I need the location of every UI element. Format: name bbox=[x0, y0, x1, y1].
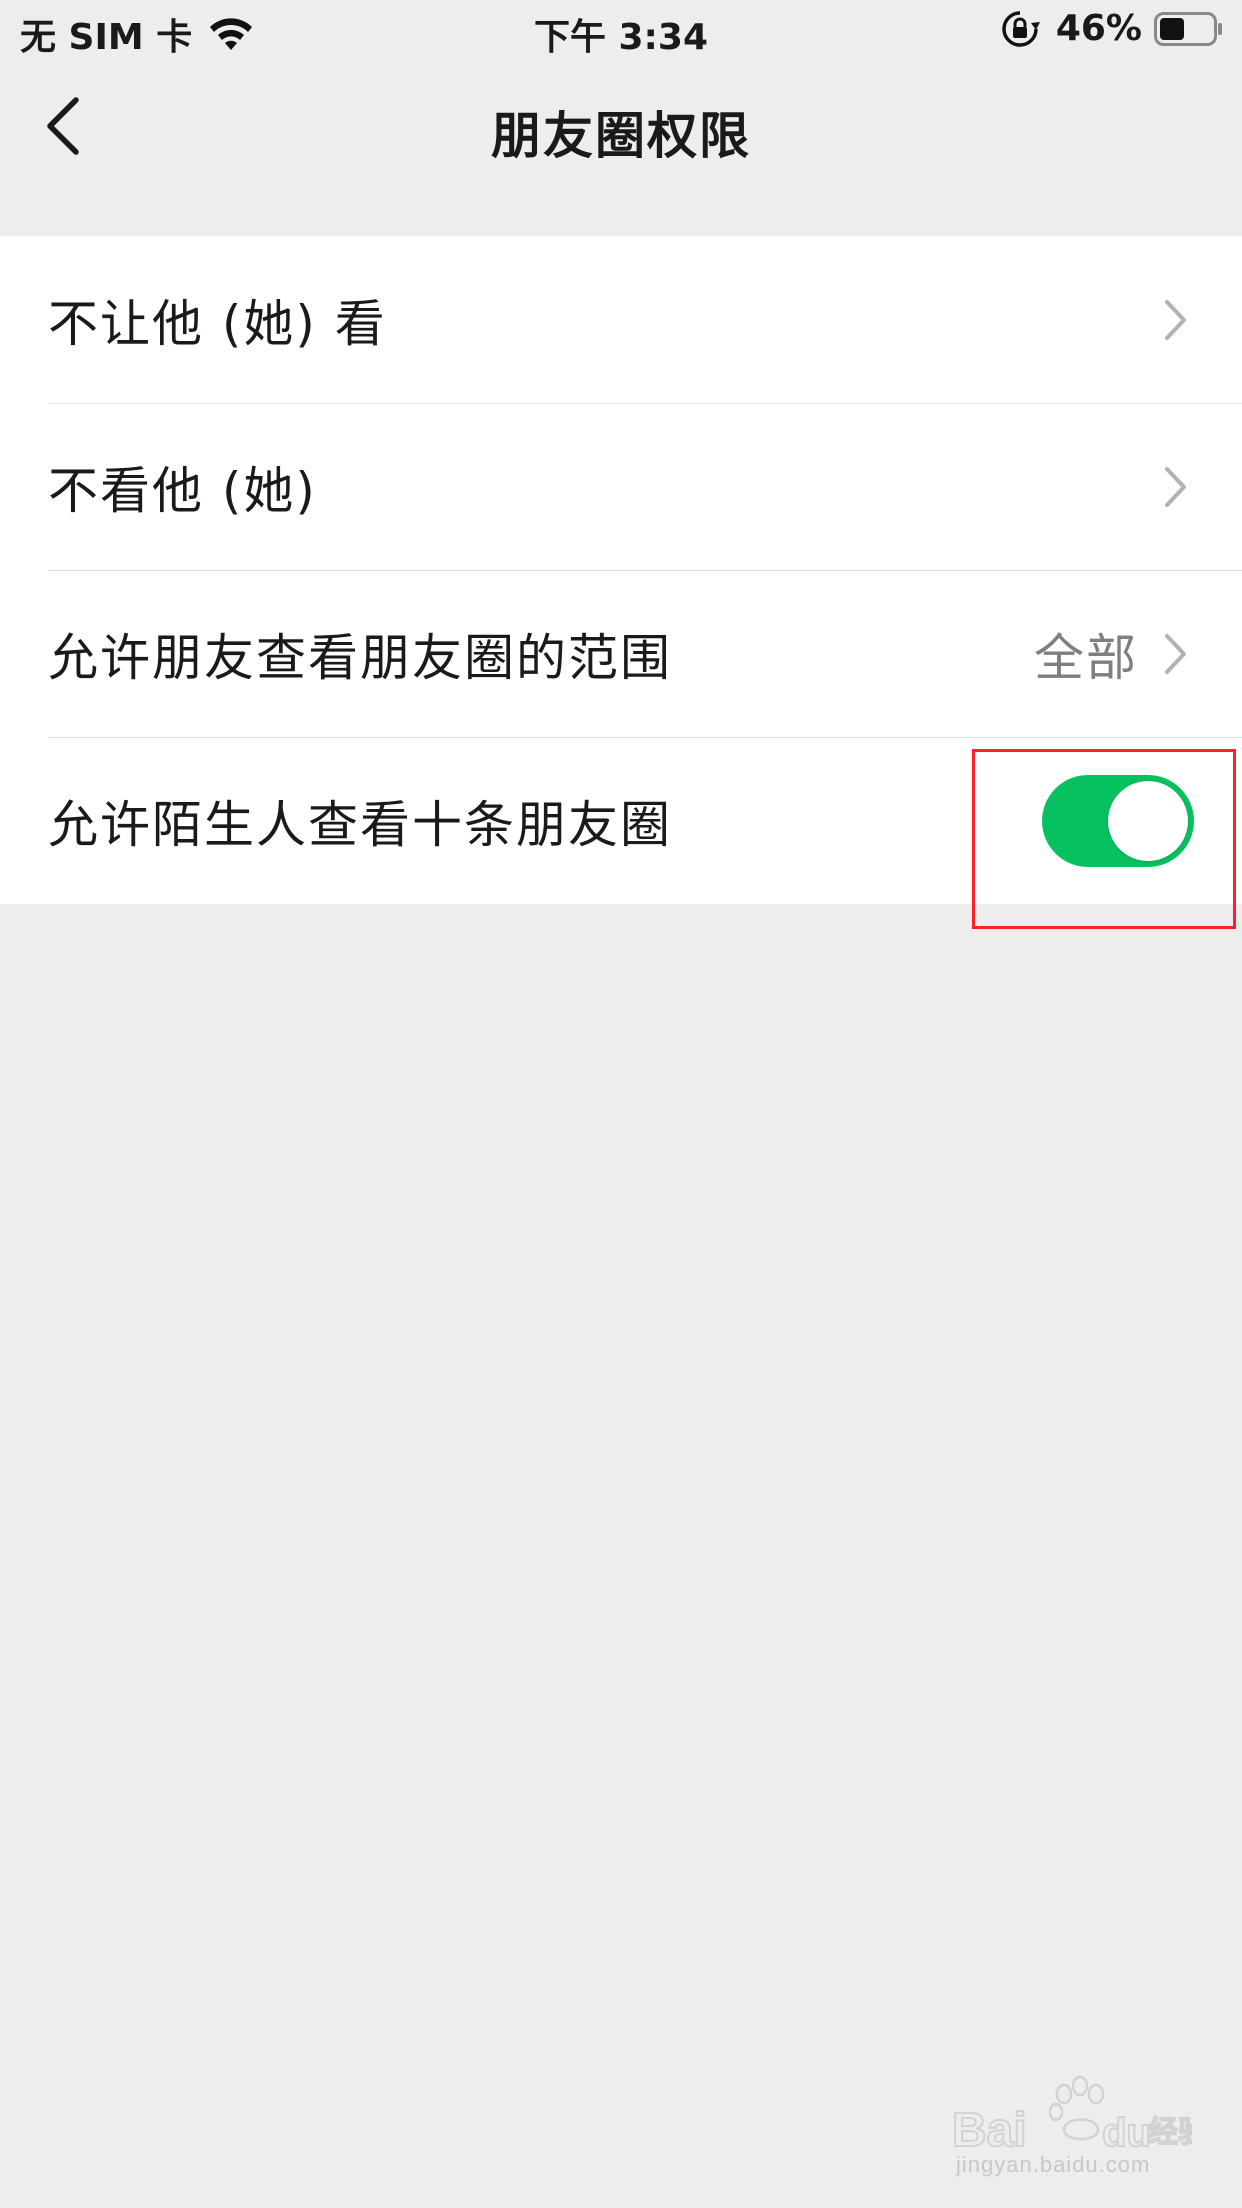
rotation-lock-icon bbox=[1002, 10, 1040, 47]
setting-label: 不看他 (她) bbox=[48, 461, 317, 520]
annotation-highlight-box bbox=[972, 749, 1236, 929]
setting-label: 允许陌生人查看十条朋友圈 bbox=[48, 795, 672, 854]
chevron-right-icon bbox=[1165, 466, 1186, 507]
svg-text:Bai: Bai bbox=[952, 2104, 1027, 2157]
battery-percent: 46% bbox=[1055, 8, 1142, 49]
chevron-right-icon bbox=[1165, 299, 1186, 340]
row-accessory: 全部 bbox=[1034, 618, 1190, 690]
setting-row-moments-visible-range[interactable]: 允许朋友查看朋友圈的范围 全部 bbox=[0, 570, 1242, 737]
setting-row-hide-their-moments[interactable]: 不看他 (她) bbox=[0, 403, 1242, 570]
setting-value: 全部 bbox=[1034, 628, 1138, 687]
svg-text:du: du bbox=[1102, 2111, 1151, 2155]
setting-label: 不让他 (她) 看 bbox=[48, 294, 387, 353]
navigation-bar: 朋友圈权限 bbox=[0, 64, 1242, 188]
watermark-url: jingyan.baidu.com bbox=[956, 2152, 1151, 2177]
setting-label: 允许朋友查看朋友圈的范围 bbox=[48, 628, 672, 687]
page-title: 朋友圈权限 bbox=[491, 107, 751, 165]
row-accessory bbox=[1162, 464, 1190, 510]
chevron-right-icon bbox=[1165, 633, 1186, 674]
status-right: 46% bbox=[1000, 8, 1224, 49]
setting-row-hide-my-moments[interactable]: 不让他 (她) 看 bbox=[0, 236, 1242, 403]
svg-text:经验: 经验 bbox=[1148, 2115, 1192, 2150]
status-bar: 无 SIM 卡 下午 3:34 46% bbox=[0, 0, 1242, 64]
row-accessory bbox=[1162, 297, 1190, 343]
battery-icon bbox=[1154, 11, 1222, 46]
